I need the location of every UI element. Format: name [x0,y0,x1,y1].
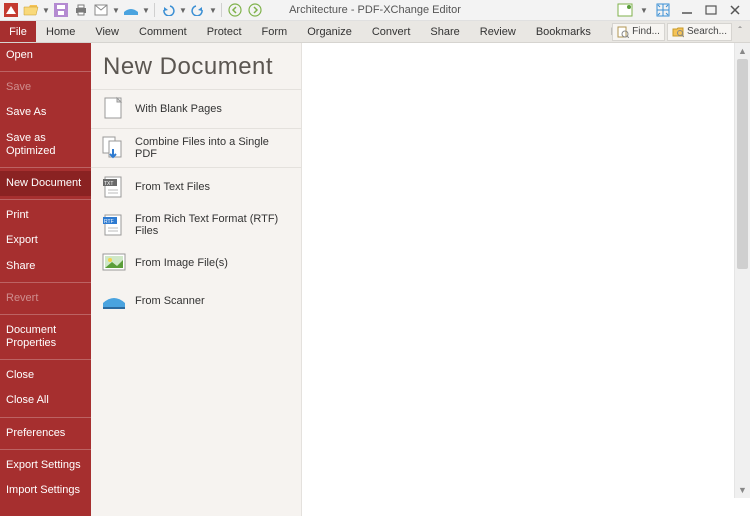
tab-organize[interactable]: Organize [297,21,362,42]
option-from-scanner[interactable]: From Scanner [91,282,301,320]
sidebar-item-print[interactable]: Print [0,203,91,228]
separator [0,167,91,168]
separator [0,314,91,315]
sidebar-item-close-all[interactable]: Close All [0,388,91,413]
svg-text:RTF: RTF [104,219,114,225]
svg-text:TXT: TXT [104,181,113,187]
minimize-button[interactable] [678,1,696,19]
print-icon[interactable] [72,1,90,19]
sidebar-item-save-optimized[interactable]: Save as Optimized [0,126,91,164]
separator [0,282,91,283]
qat-dropdown-icon-2[interactable]: ▼ [112,1,120,19]
separator [221,3,222,17]
launch-mode-icon[interactable] [654,1,672,19]
mail-icon[interactable] [92,1,110,19]
sidebar-item-save-as[interactable]: Save As [0,100,91,125]
ribbon: File Home View Comment Protect Form Orga… [0,21,750,43]
tab-protect[interactable]: Protect [197,21,252,42]
folder-open-icon[interactable] [22,1,40,19]
ui-options-icon[interactable] [616,1,634,19]
maximize-button[interactable] [702,1,720,19]
close-button[interactable] [726,1,744,19]
qat-dropdown-icon[interactable]: ▼ [42,1,50,19]
scan-icon[interactable] [122,1,140,19]
sidebar-item-doc-properties[interactable]: Document Properties [0,318,91,356]
tab-home[interactable]: Home [36,21,85,42]
file-tab[interactable]: File [0,21,36,42]
tab-review[interactable]: Review [470,21,526,42]
find-label: Find... [632,26,660,37]
search-button[interactable]: Search... [667,23,732,41]
find-button[interactable]: Find... [612,23,665,41]
save-icon[interactable] [52,1,70,19]
new-document-panel: New Document With Blank Pages Combine Fi… [91,43,302,516]
option-label: From Rich Text Format (RTF) Files [135,213,291,237]
separator [0,71,91,72]
sidebar-item-open[interactable]: Open [0,43,91,68]
qat-dropdown-icon-3[interactable]: ▼ [142,1,150,19]
nav-forward-icon[interactable] [246,1,264,19]
tab-comment[interactable]: Comment [129,21,197,42]
txt-file-icon: TXT [101,174,127,200]
tab-view[interactable]: View [85,21,129,42]
backstage-sidebar: Open Save Save As Save as Optimized New … [0,43,91,516]
option-from-text[interactable]: TXT From Text Files [91,168,301,206]
content-area: New Document With Blank Pages Combine Fi… [91,43,750,516]
scroll-up-icon[interactable]: ▲ [735,43,750,59]
collapse-ribbon-icon[interactable]: ˆ [734,26,746,37]
tab-form[interactable]: Form [252,21,298,42]
titlebar: ▼ ▼ ▼ ▼ ▼ Architecture - PDF-XChange Edi… [0,0,750,21]
separator [0,359,91,360]
find-icon [617,26,629,38]
option-blank-pages[interactable]: With Blank Pages [91,90,301,128]
scroll-down-icon[interactable]: ▼ [735,482,750,498]
app-icon [2,1,20,19]
image-file-icon [101,250,127,276]
scroll-thumb[interactable] [737,59,748,269]
search-label: Search... [687,26,727,37]
separator [154,3,155,17]
option-label: Combine Files into a Single PDF [135,136,291,160]
option-from-rtf[interactable]: RTF From Rich Text Format (RTF) Files [91,206,301,244]
redo-icon[interactable] [189,1,207,19]
sidebar-item-revert: Revert [0,286,91,311]
separator [0,417,91,418]
scanner-icon [101,288,127,314]
nav-back-icon[interactable] [226,1,244,19]
separator [0,199,91,200]
tab-share[interactable]: Share [420,21,469,42]
qat-dropdown-icon-4[interactable]: ▼ [179,1,187,19]
sidebar-item-import-settings[interactable]: Import Settings [0,478,91,497]
backstage: Open Save Save As Save as Optimized New … [0,43,750,516]
qat-dropdown-icon-6[interactable]: ▼ [640,1,648,19]
tab-convert[interactable]: Convert [362,21,421,42]
undo-icon[interactable] [159,1,177,19]
panel-heading: New Document [91,43,301,89]
combine-files-icon [101,135,127,161]
sidebar-item-close[interactable]: Close [0,363,91,388]
sidebar-item-save: Save [0,75,91,100]
sidebar-item-preferences[interactable]: Preferences [0,421,91,446]
option-label: From Text Files [135,181,291,193]
quick-access-toolbar: ▼ ▼ ▼ ▼ ▼ [0,0,264,20]
separator [0,449,91,450]
option-combine-files[interactable]: Combine Files into a Single PDF [91,129,301,167]
option-label: From Image File(s) [135,257,291,269]
qat-dropdown-icon-5[interactable]: ▼ [209,1,217,19]
sidebar-item-share[interactable]: Share [0,254,91,279]
blank-page-icon [101,96,127,122]
window-controls: ▼ [616,1,750,19]
sidebar-item-new-document[interactable]: New Document [0,171,91,196]
option-label: With Blank Pages [135,103,291,115]
rtf-file-icon: RTF [101,212,127,238]
tab-bookmarks[interactable]: Bookmarks [526,21,601,42]
option-from-image[interactable]: From Image File(s) [91,244,301,282]
search-icon [672,26,684,38]
sidebar-item-export-settings[interactable]: Export Settings [0,453,91,478]
vertical-scrollbar[interactable]: ▲ ▼ [734,43,750,498]
sidebar-item-export[interactable]: Export [0,228,91,253]
option-label: From Scanner [135,295,291,307]
